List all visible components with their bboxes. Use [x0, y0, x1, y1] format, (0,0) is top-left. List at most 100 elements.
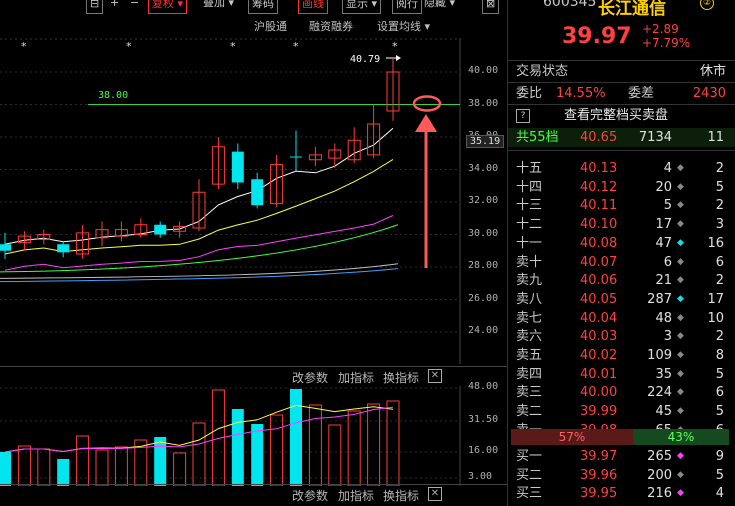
read-button[interactable]: 阅行 [392, 0, 422, 14]
order-level-row[interactable]: 卖五 40.02 109 ◆ 8 [508, 346, 735, 365]
order-level-row[interactable]: 十一 40.08 47 ◆ 16 [508, 234, 735, 253]
chip-button[interactable]: 筹码 [248, 0, 278, 14]
view-all-depth-button[interactable]: ? 查看完整档买卖盘 [508, 106, 735, 125]
close-pane-icon-2[interactable]: ✕ [428, 487, 442, 501]
volume-bar [154, 437, 167, 486]
order-level-row[interactable]: 买二 39.96 200 ◆ 5 [508, 466, 735, 485]
order-level-row[interactable]: 卖九 40.06 21 ◆ 2 [508, 271, 735, 290]
volume-axis-label: 31.50 [468, 414, 499, 425]
level-volume: 17 [655, 217, 672, 233]
zoom-out-button[interactable]: − [130, 0, 139, 12]
chart-grid [0, 38, 461, 364]
event-marker[interactable]: * [21, 40, 27, 53]
level-label: 卖四 [516, 366, 543, 382]
event-marker[interactable]: * [293, 40, 299, 53]
candle [0, 232, 11, 259]
view-all-label: 查看完整档买卖盘 [564, 108, 669, 123]
level-volume: 3 [663, 329, 672, 345]
order-level-row[interactable]: 十二 40.10 17 ◆ 3 [508, 215, 735, 234]
order-level-row[interactable]: 卖八 40.05 287 ◆ 17 [508, 290, 735, 309]
level-label: 十五 [516, 161, 543, 176]
indicator-pane-header: 改参数 加指标 换指标 ✕ [0, 484, 507, 505]
level-volume: 35 [655, 366, 672, 382]
change-params-button-2[interactable]: 改参数 [292, 487, 328, 504]
candlestick-chart[interactable] [0, 38, 507, 364]
order-level-row[interactable]: 卖十 40.07 6 ◆ 6 [508, 253, 735, 272]
order-level-row[interactable]: 十三 40.11 5 ◆ 2 [508, 196, 735, 215]
event-marker[interactable]: * [392, 40, 398, 53]
order-level-row[interactable]: 卖七 40.04 48 ◆ 10 [508, 309, 735, 328]
price-change: +2.89 +7.79% [642, 22, 690, 50]
shrink-icon[interactable]: ⊟ [86, 0, 104, 14]
price-axis-label: 38.00 [468, 97, 499, 109]
event-marker[interactable]: * [230, 40, 236, 53]
level-label: 卖三 [516, 385, 543, 401]
switch-indicator-button[interactable]: 换指标 [383, 369, 419, 386]
weicha-label: 委差 [628, 86, 655, 101]
fuquan-button[interactable]: 复权 ▾ [148, 0, 188, 14]
info-badge-icon[interactable]: ② [700, 0, 714, 10]
quote-panel: 600345 长江通信 ② 39.97 +2.89 +7.79% 交易状态 休市… [507, 0, 735, 506]
level-marker-icon: ◆ [677, 275, 684, 286]
level-volume: 20 [655, 179, 672, 195]
volume-axis-label: 3.00 [468, 471, 493, 482]
event-marker[interactable]: * [126, 40, 132, 53]
add-indicator-button-2[interactable]: 加指标 [338, 487, 374, 504]
volume-bar [57, 459, 70, 486]
current-price-tag: 35.19 [466, 135, 505, 148]
level-label: 卖九 [516, 273, 543, 289]
change-value: +2.89 [642, 22, 679, 36]
price-axis-label: 34.00 [468, 162, 499, 174]
level-label: 卖十 [516, 254, 543, 270]
level-marker-icon: ◆ [677, 469, 684, 480]
volume-ma-lines [4, 404, 394, 453]
order-level-row[interactable]: 卖二 39.99 45 ◆ 5 [508, 402, 735, 421]
weibi-label: 委比 [516, 86, 543, 101]
order-level-row[interactable]: 卖三 40.00 224 ◆ 6 [508, 383, 735, 402]
zoom-in-button[interactable]: + [110, 0, 119, 12]
volume-chart[interactable] [0, 386, 507, 486]
order-level-row[interactable]: 卖四 40.01 35 ◆ 5 [508, 365, 735, 384]
price-axis-label: 28.00 [468, 260, 499, 271]
high-price-label: 40.79 [350, 54, 381, 65]
level-volume: 5 [663, 198, 672, 214]
switch-indicator-button-2[interactable]: 换指标 [383, 487, 419, 504]
close-pane-icon[interactable]: ✕ [428, 369, 442, 383]
candle [328, 143, 342, 168]
volume-axis-label: 16.00 [468, 445, 499, 456]
level-orders: 16 [707, 235, 724, 251]
level-marker-icon: ◆ [677, 256, 684, 267]
margin-trading-link[interactable]: 融资融券 [309, 18, 353, 34]
total-levels-row: 共55档 40.65 7134 11 [508, 128, 735, 147]
close-icon[interactable]: ⊠ [482, 0, 500, 14]
candle [386, 59, 400, 121]
candle [231, 143, 244, 189]
price-axis-label: 24.00 [468, 325, 499, 336]
order-level-row[interactable]: 十四 40.12 20 ◆ 5 [508, 178, 735, 197]
set-ma-link[interactable]: 设置均线 ▾ [377, 18, 430, 34]
order-level-row[interactable]: 买三 39.95 216 ◆ 4 [508, 484, 735, 503]
level-label: 十一 [516, 235, 543, 251]
order-level-row[interactable]: 卖六 40.03 3 ◆ 2 [508, 327, 735, 346]
hk-connect-link[interactable]: 沪股通 [254, 18, 287, 34]
level-label: 买三 [516, 486, 543, 502]
overlay-button[interactable]: 叠加 ▾ [203, 0, 234, 12]
change-params-button[interactable]: 改参数 [292, 369, 328, 386]
level-label: 卖七 [516, 310, 543, 326]
draw-line-button[interactable]: 画线 [298, 0, 328, 14]
level-volume: 200 [647, 467, 672, 483]
order-level-row[interactable]: 十五 40.13 4 ◆ 2 [508, 159, 735, 178]
level-marker-icon: ◆ [677, 237, 684, 248]
level-marker-icon: ◆ [677, 163, 684, 173]
volume-bar [251, 424, 264, 486]
hide-button[interactable]: 隐藏 ▾ [424, 0, 455, 12]
level-orders: 2 [715, 161, 724, 176]
level-volume: 45 [655, 404, 672, 420]
display-button[interactable]: 显示 ▾ [342, 0, 382, 14]
order-level-row[interactable]: 买一 39.97 265 ◆ 9 [508, 447, 735, 466]
price-axis-label: 30.00 [468, 227, 499, 239]
level-orders: 6 [715, 385, 724, 401]
status-row: 交易状态 休市 [508, 62, 735, 81]
add-indicator-button[interactable]: 加指标 [338, 369, 374, 386]
help-icon[interactable]: ? [516, 109, 530, 123]
